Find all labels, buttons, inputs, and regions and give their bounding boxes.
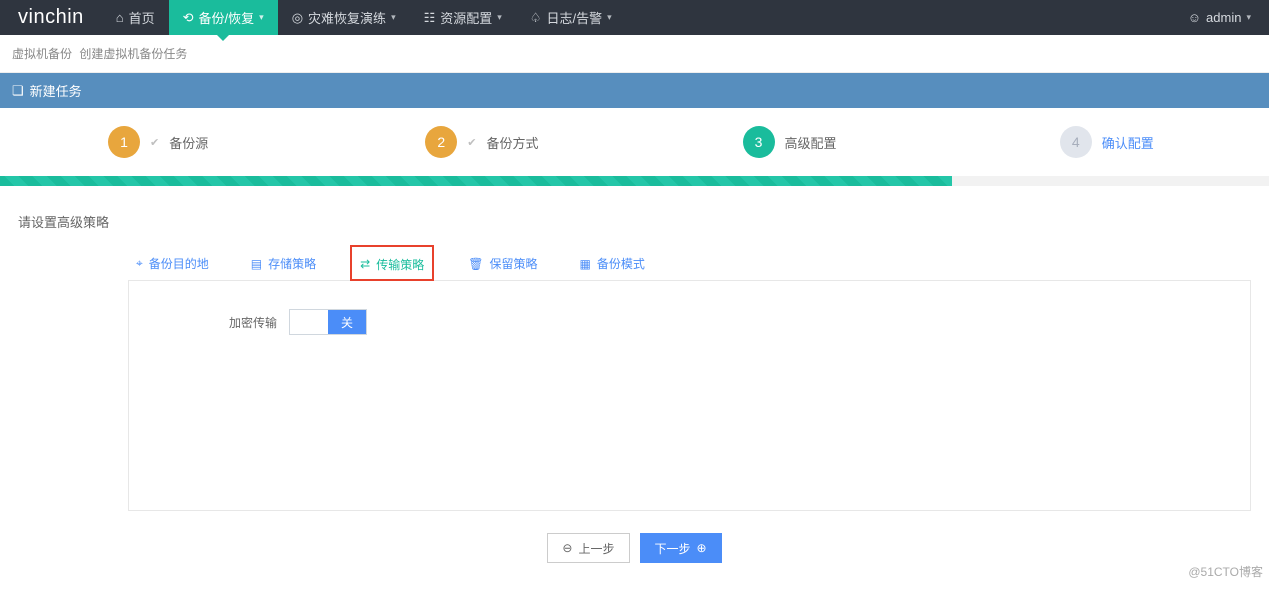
nav-dr-drill[interactable]: ◎ 灾难恢复演练 ▾ — [278, 0, 410, 35]
watermark: @51CTO博客 — [1188, 563, 1263, 580]
tab-destination[interactable]: ⌖ 备份目的地 — [128, 245, 217, 280]
arrow-left-circle-icon: ⊖ — [562, 541, 572, 555]
step-2-badge: 2 — [425, 126, 457, 158]
arrow-right-circle-icon: ⊕ — [697, 541, 707, 555]
nav-spacer — [626, 0, 1170, 35]
nav-dr-label: 灾难恢复演练 — [308, 8, 386, 27]
wizard-footer: ⊖ 上一步 下一步 ⊕ — [0, 511, 1269, 589]
nav-home[interactable]: ⌂ 首页 — [102, 0, 169, 35]
step-2-label: 备份方式 — [486, 133, 538, 152]
progress-rest — [952, 176, 1269, 186]
wizard-panel: ❏ 新建任务 1 ✔ 备份源 2 ✔ 备份方式 3 高级配置 4 确认配置 — [0, 73, 1269, 589]
tab-mode-label: 备份模式 — [597, 255, 645, 272]
grid-icon: ▦ — [579, 257, 590, 271]
pin-icon: ⌖ — [136, 256, 143, 271]
progress-fill — [0, 176, 952, 186]
tab-destination-label: 备份目的地 — [149, 255, 209, 272]
hdd-icon: ▤ — [251, 257, 262, 271]
tab-storage[interactable]: ▤ 存储策略 — [243, 245, 324, 280]
tab-retain[interactable]: 🗑 保留策略 — [460, 245, 545, 280]
nav-resource[interactable]: ☷ 资源配置 ▾ — [410, 0, 516, 35]
bell-icon: ♤ — [530, 10, 542, 26]
trash-icon: 🗑 — [468, 257, 483, 271]
step-1-badge: 1 — [108, 126, 140, 158]
cube-icon: ❏ — [12, 83, 24, 99]
step-4-badge: 4 — [1060, 126, 1092, 158]
breadcrumb-root: 虚拟机备份 — [12, 47, 72, 61]
target-icon: ◎ — [292, 10, 303, 26]
chevron-down-icon: ▾ — [391, 12, 396, 23]
step-3-label: 高级配置 — [785, 133, 837, 152]
home-icon: ⌂ — [116, 10, 124, 25]
nav-logs[interactable]: ♤ 日志/告警 ▾ — [516, 0, 626, 35]
chevron-down-icon: ▾ — [1246, 12, 1251, 23]
refresh-icon: ⟲ — [183, 10, 194, 26]
panel-title: 新建任务 — [30, 81, 82, 100]
chevron-down-icon: ▾ — [497, 12, 502, 23]
tab-storage-label: 存储策略 — [268, 255, 316, 272]
step-3[interactable]: 3 高级配置 — [635, 126, 952, 158]
top-nav: vinchin ⌂ 首页 ⟲ 备份/恢复 ▾ ◎ 灾难恢复演练 ▾ ☷ 资源配置… — [0, 0, 1269, 35]
nav-backup-label: 备份/恢复 — [199, 8, 255, 27]
encrypt-toggle[interactable]: 关 — [289, 309, 367, 335]
tab-transfer[interactable]: ⇄ 传输策略 — [350, 245, 434, 281]
encrypt-transfer-row: 加密传输 关 — [229, 309, 1150, 335]
tab-transfer-label: 传输策略 — [376, 256, 424, 273]
nav-home-label: 首页 — [129, 8, 155, 27]
panel-header: ❏ 新建任务 — [0, 73, 1269, 108]
step-4[interactable]: 4 确认配置 — [952, 126, 1269, 158]
check-icon: ✔ — [150, 136, 159, 149]
nav-backup[interactable]: ⟲ 备份/恢复 ▾ — [169, 0, 278, 35]
tab-retain-label: 保留策略 — [489, 255, 537, 272]
step-1[interactable]: 1 ✔ 备份源 — [0, 126, 317, 158]
user-icon: ☺ — [1188, 10, 1201, 25]
breadcrumb-leaf: 创建虚拟机备份任务 — [79, 47, 187, 61]
main-content: ❏ 新建任务 1 ✔ 备份源 2 ✔ 备份方式 3 高级配置 4 确认配置 — [0, 73, 1269, 589]
wizard-progress — [0, 176, 1269, 186]
chevron-down-icon: ▾ — [607, 12, 612, 23]
prev-button-label: 上一步 — [578, 540, 614, 557]
next-button-label: 下一步 — [655, 540, 691, 557]
check-icon: ✔ — [467, 136, 476, 149]
step-2[interactable]: 2 ✔ 备份方式 — [317, 126, 634, 158]
prev-button[interactable]: ⊖ 上一步 — [547, 533, 629, 563]
toggle-on-slot — [290, 310, 328, 334]
encrypt-label: 加密传输 — [229, 314, 277, 331]
toggle-off-label: 关 — [328, 310, 366, 334]
section-title: 请设置高级策略 — [0, 186, 1269, 245]
step-4-label: 确认配置 — [1102, 133, 1154, 152]
tab-pane-transfer: 加密传输 关 — [128, 281, 1251, 511]
advanced-settings: ⌖ 备份目的地 ▤ 存储策略 ⇄ 传输策略 🗑 保留策略 ▦ 备份模式 — [18, 245, 1251, 511]
nav-resource-label: 资源配置 — [440, 8, 492, 27]
wizard-steps: 1 ✔ 备份源 2 ✔ 备份方式 3 高级配置 4 确认配置 — [0, 108, 1269, 176]
step-3-badge: 3 — [743, 126, 775, 158]
step-1-label: 备份源 — [169, 133, 208, 152]
settings-tabs: ⌖ 备份目的地 ▤ 存储策略 ⇄ 传输策略 🗑 保留策略 ▦ 备份模式 — [128, 245, 1251, 281]
next-button[interactable]: 下一步 ⊕ — [640, 533, 722, 563]
nav-logs-label: 日志/告警 — [546, 8, 602, 27]
user-name: admin — [1206, 10, 1241, 25]
user-menu[interactable]: ☺ admin ▾ — [1170, 0, 1269, 35]
chevron-down-icon: ▾ — [259, 12, 264, 23]
tab-mode[interactable]: ▦ 备份模式 — [571, 245, 652, 280]
layers-icon: ☷ — [424, 10, 436, 26]
transfer-icon: ⇄ — [360, 257, 370, 271]
brand-logo: vinchin — [0, 0, 102, 35]
breadcrumb: 虚拟机备份 创建虚拟机备份任务 — [0, 35, 1269, 73]
